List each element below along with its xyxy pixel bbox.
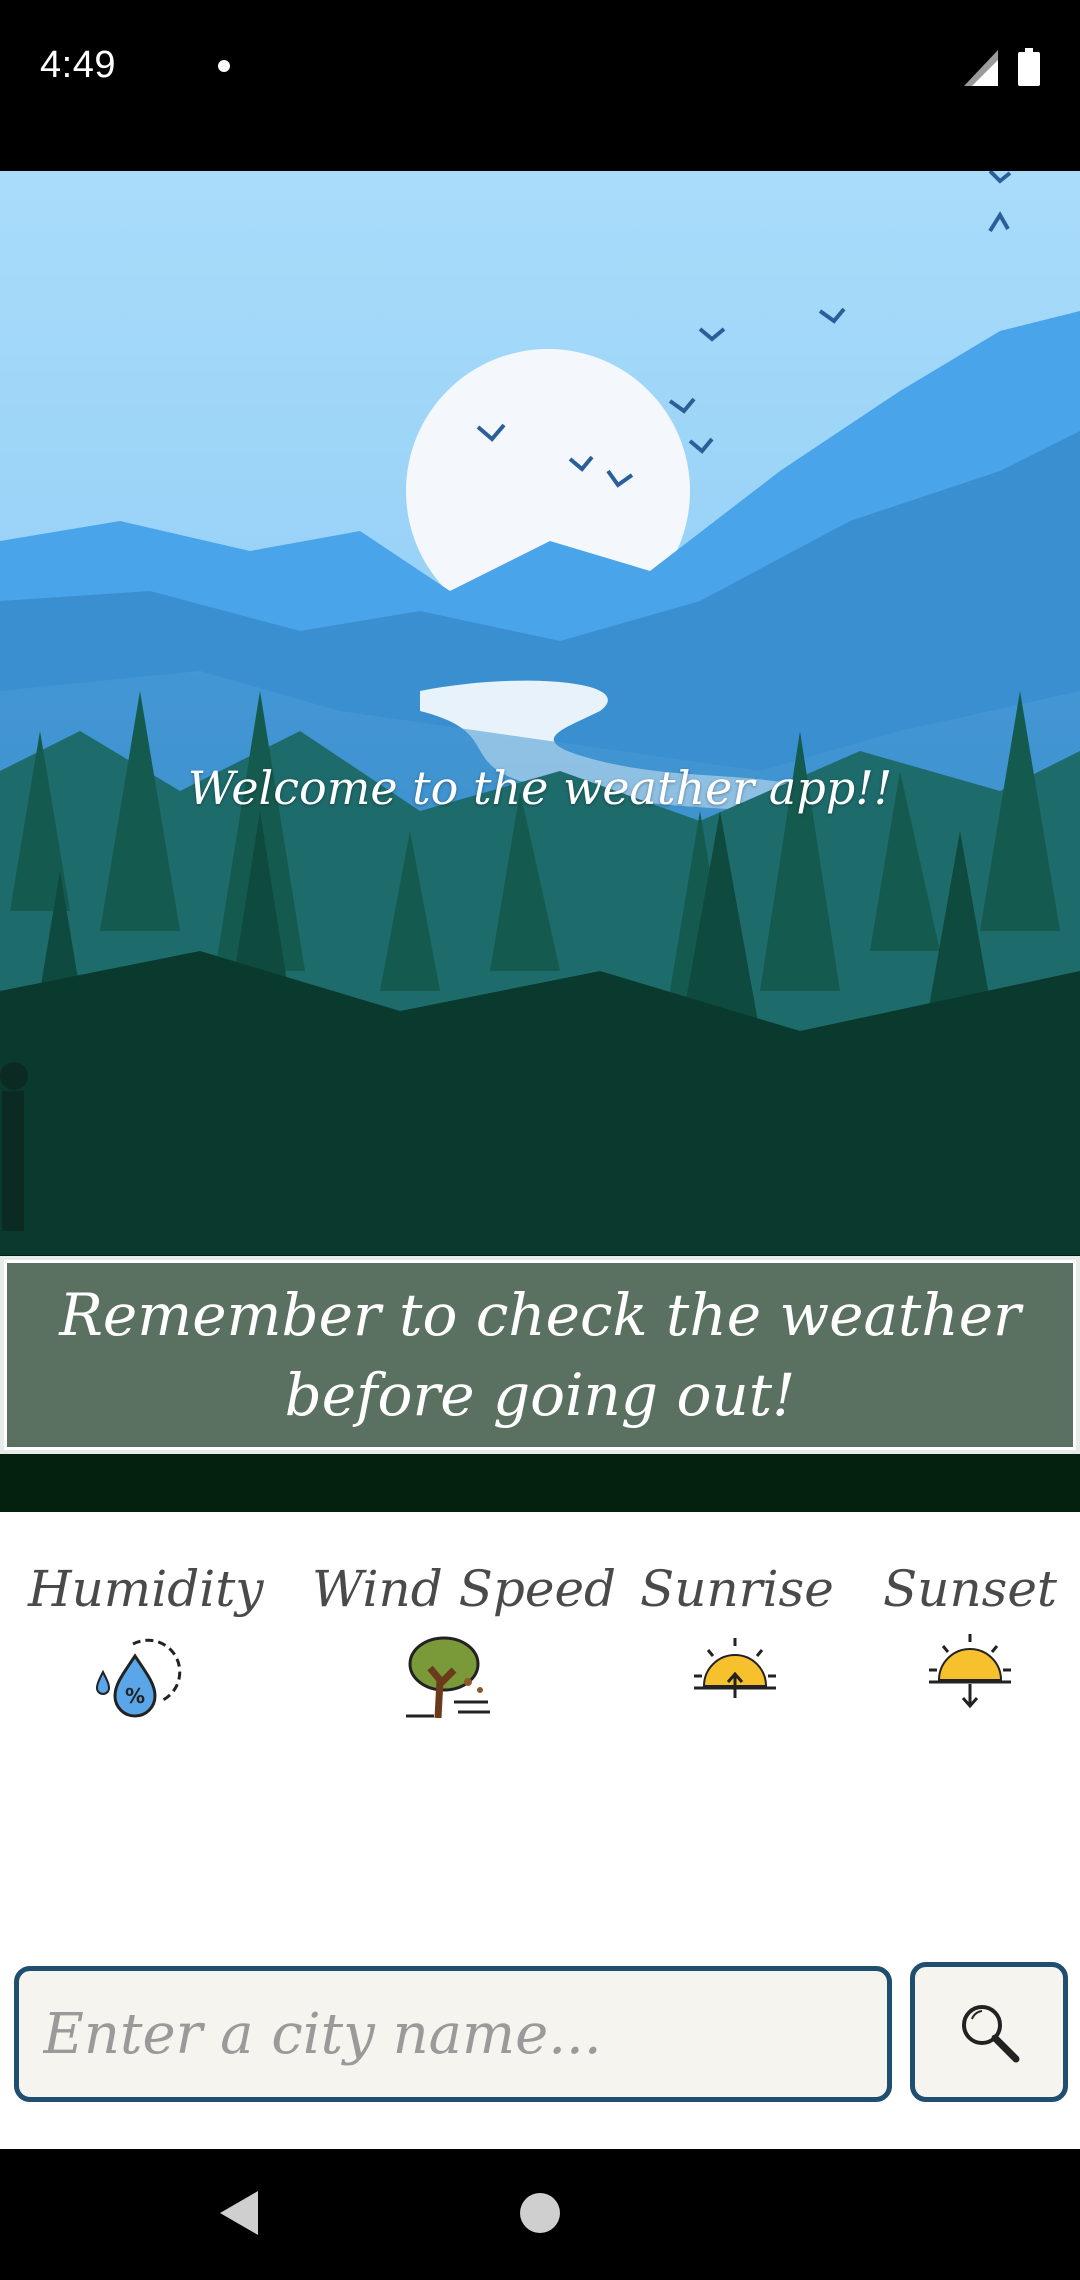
search-button[interactable] [910,1962,1068,2102]
reminder-text: Remember to check the weather before goi… [59,1281,1021,1429]
metric-label-sunrise: Sunrise [640,1560,834,1618]
city-search-input[interactable] [14,1966,892,2102]
metric-label-wind-speed: Wind Speed [312,1560,617,1618]
weather-info-panel: Humidity % Wind Speed Sunrise Sunset Ent… [0,1512,1080,2149]
sunset-icon [929,1634,1011,1709]
status-time: 4:49 [40,44,116,86]
welcome-text: Welcome to the weather app!! [187,761,893,815]
wind-tree-icon [406,1636,490,1719]
search-icon [962,2005,1020,2063]
metric-label-humidity: Humidity [28,1560,264,1618]
battery-icon [1018,48,1040,86]
reminder-banner: Remember to check the weather before goi… [0,1256,1080,1454]
back-icon[interactable] [218,2189,260,2237]
metric-humidity: Humidity % [28,1560,264,1720]
hero-image: Welcome to the weather app!! [0,171,1080,1255]
metric-wind-speed: Wind Speed [312,1560,617,1720]
status-bar: 4:49 [0,0,1080,171]
svg-text:%: % [125,1684,145,1708]
metric-sunset: Sunset [880,1560,1060,1710]
notification-dot-icon [218,60,230,72]
metric-sunrise: Sunrise [640,1560,834,1710]
landscape-illustration [0,171,1080,1255]
metric-label-sunset: Sunset [883,1560,1057,1618]
home-icon[interactable] [520,2193,560,2233]
humidity-icon: % [95,1638,182,1718]
sunrise-icon [694,1638,776,1698]
navigation-bar [0,2149,1080,2280]
signal-icon [964,50,998,86]
